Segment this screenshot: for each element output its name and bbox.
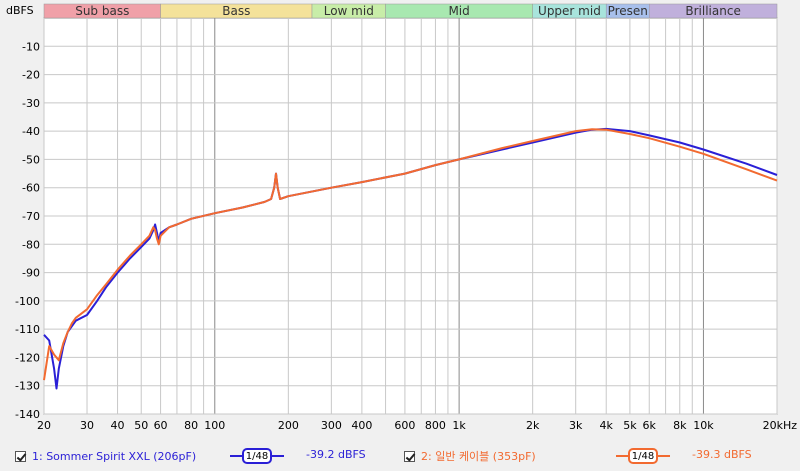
y-tick-label: -30 xyxy=(22,97,40,110)
y-tick-label: -50 xyxy=(22,153,40,166)
x-tick-label: 200 xyxy=(278,419,299,432)
band-label-1: Bass xyxy=(222,4,250,18)
band-label-2: Low mid xyxy=(324,4,374,18)
x-tick-label: 30 xyxy=(80,419,94,432)
band-label-6: Brilliance xyxy=(685,4,740,18)
series-1-value: -39.2 dBFS xyxy=(306,448,366,461)
series-2-label: 2: 일반 케이블 (353pF) xyxy=(421,450,536,463)
series-1-label: 1: Sommer Spirit XXL (206pF) xyxy=(32,449,197,463)
y-tick-label: -40 xyxy=(22,125,40,138)
series-2-smoothing[interactable]: 1/48 xyxy=(616,446,670,466)
y-tick-label: -10 xyxy=(22,40,40,53)
y-tick-label: -60 xyxy=(22,182,40,195)
y-tick-label: -70 xyxy=(22,210,40,223)
x-tick-label: 4k xyxy=(600,419,614,432)
y-tick-label: -110 xyxy=(15,323,40,336)
x-tick-label: 600 xyxy=(394,419,415,432)
x-tick-label: 10k xyxy=(693,419,714,432)
legend: 1: Sommer Spirit XXL (206pF) 1/48 -39.2 … xyxy=(0,440,800,471)
series-2-checkbox[interactable] xyxy=(404,450,415,462)
x-tick-label: 6k xyxy=(643,419,657,432)
x-tick-label: 300 xyxy=(321,419,342,432)
series-2-value: -39.3 dBFS xyxy=(692,448,752,461)
x-tick-label: 400 xyxy=(351,419,372,432)
y-tick-label: -90 xyxy=(22,267,40,280)
band-label-3: Mid xyxy=(448,4,469,18)
band-label-4: Upper mid xyxy=(538,4,601,18)
y-tick-label: -100 xyxy=(15,295,40,308)
legend-item-2[interactable]: 2: 일반 케이블 (353pF) xyxy=(404,446,536,466)
x-tick-label: 800 xyxy=(425,419,446,432)
series-1-smoothing-label: 1/48 xyxy=(242,448,272,464)
x-tick-label: 60 xyxy=(154,419,168,432)
x-tick-label: 50 xyxy=(134,419,148,432)
frequency-bands: Sub bass Bass Low mid Mid Upper mid Presen Bri… xyxy=(43,3,778,19)
x-tick-label: 80 xyxy=(184,419,198,432)
series-1-smoothing[interactable]: 1/48 xyxy=(230,446,284,466)
y-tick-label: -20 xyxy=(22,69,40,82)
series-1-checkbox[interactable] xyxy=(15,450,26,462)
x-tick-label: 2k xyxy=(526,419,540,432)
y-tick-label: -80 xyxy=(22,238,40,251)
y-tick-label: -130 xyxy=(15,380,40,393)
x-tick-label: 40 xyxy=(111,419,125,432)
x-tick-label: 8k xyxy=(673,419,687,432)
band-label-5: Presen xyxy=(608,4,648,18)
legend-item-1[interactable]: 1: Sommer Spirit XXL (206pF) xyxy=(15,446,196,466)
x-tick-label: 20kHz xyxy=(763,419,798,432)
series-2-smoothing-label: 1/48 xyxy=(628,448,658,464)
y-axis-label: dBFS xyxy=(6,4,34,17)
frequency-response-chart: dBFS Sub bass Bass Low mid Mid Upper mid Pres… xyxy=(6,3,798,432)
x-tick-label: 5k xyxy=(623,419,637,432)
x-tick-label: 1k xyxy=(452,419,466,432)
band-label-0: Sub bass xyxy=(75,4,129,18)
x-tick-label: 3k xyxy=(569,419,583,432)
y-tick-label: -120 xyxy=(15,351,40,364)
x-tick-label: 100 xyxy=(204,419,225,432)
x-tick-label: 20 xyxy=(37,419,51,432)
